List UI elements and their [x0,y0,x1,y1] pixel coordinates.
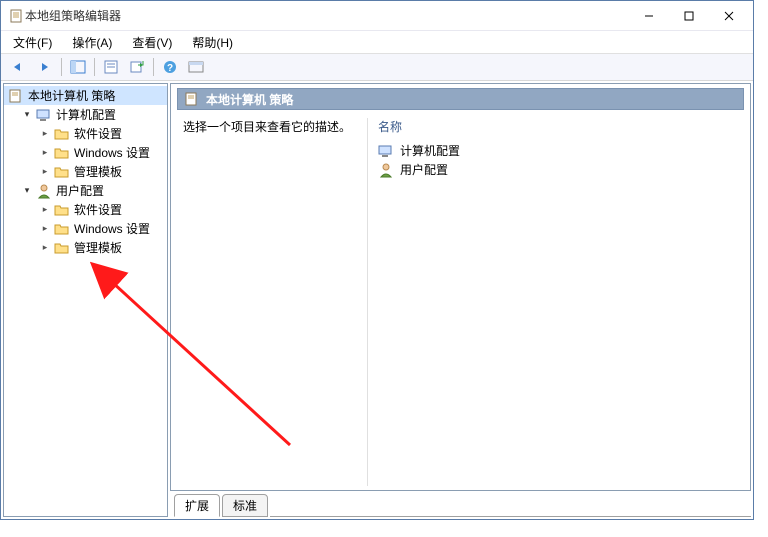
expand-icon[interactable] [40,223,50,234]
tree-item-label: 软件设置 [74,201,122,218]
tree-comp-admin[interactable]: 管理模板 [4,162,167,181]
menubar: 文件(F) 操作(A) 查看(V) 帮助(H) [1,31,753,53]
content-pane: 本地计算机 策略 选择一个项目来查看它的描述。 名称 计算机配置 [170,83,751,517]
user-icon [378,162,394,178]
content-frame: 本地计算机 策略 选择一个项目来查看它的描述。 名称 计算机配置 [170,83,751,491]
expand-icon[interactable] [40,147,50,158]
tree-user-software[interactable]: 软件设置 [4,200,167,219]
folder-icon [54,240,70,256]
maximize-button[interactable] [669,2,709,30]
help-button[interactable]: ? [158,56,182,78]
policy-icon [8,88,24,104]
folder-icon [54,221,70,237]
tree-item-label: 计算机配置 [56,106,116,123]
menu-file[interactable]: 文件(F) [9,32,56,53]
show-tree-button[interactable] [66,56,90,78]
computer-icon [378,143,394,159]
expand-icon[interactable] [22,109,32,120]
tab-standard[interactable]: 标准 [222,494,268,517]
name-column-header[interactable]: 名称 [378,118,734,135]
menu-view[interactable]: 查看(V) [128,32,176,53]
minimize-button[interactable] [629,2,669,30]
folder-icon [54,145,70,161]
svg-text:?: ? [167,63,173,74]
menu-action[interactable]: 操作(A) [68,32,116,53]
list-item-computer[interactable]: 计算机配置 [378,141,734,160]
content-header-label: 本地计算机 策略 [206,91,293,108]
workarea: 本地计算机 策略 计算机配置 软件设置 Windows 设置 管理模板 [1,81,753,519]
properties-button[interactable] [99,56,123,78]
tree-item-label: 用户配置 [56,182,104,199]
toolbar-separator [94,58,95,76]
list-column: 名称 计算机配置 用户配置 [367,118,744,486]
list-item-label: 用户配置 [400,161,448,178]
list-item-user[interactable]: 用户配置 [378,160,734,179]
expand-icon[interactable] [40,204,50,215]
tabs-baseline [270,516,751,517]
menu-help[interactable]: 帮助(H) [188,32,237,53]
tree-item-label: Windows 设置 [74,144,150,161]
folder-icon [54,126,70,142]
toolbar: ? [1,53,753,81]
close-button[interactable] [709,2,749,30]
tree-user-admin[interactable]: 管理模板 [4,238,167,257]
tab-extended[interactable]: 扩展 [174,494,220,517]
tree-item-label: 软件设置 [74,125,122,142]
window-title: 本地组策略编辑器 [25,7,629,24]
folder-icon [54,202,70,218]
tree-pane[interactable]: 本地计算机 策略 计算机配置 软件设置 Windows 设置 管理模板 [3,83,168,517]
tree-user-config[interactable]: 用户配置 [4,181,167,200]
policy-icon [184,91,200,107]
tree-computer-config[interactable]: 计算机配置 [4,105,167,124]
description-text: 选择一个项目来查看它的描述。 [183,120,351,134]
filter-button[interactable] [184,56,208,78]
gpedit-window: 本地组策略编辑器 文件(F) 操作(A) 查看(V) 帮助(H) ? 本地计算机… [0,0,754,520]
expand-icon[interactable] [40,242,50,253]
forward-button[interactable] [33,56,57,78]
tree-user-windows[interactable]: Windows 设置 [4,219,167,238]
tabs: 扩展 标准 [170,493,751,517]
user-icon [36,183,52,199]
tree-root-label: 本地计算机 策略 [28,87,115,104]
toolbar-separator [153,58,154,76]
tree-item-label: 管理模板 [74,239,122,256]
expand-icon[interactable] [22,185,32,196]
folder-icon [54,164,70,180]
list-item-label: 计算机配置 [400,142,460,159]
app-icon [9,8,25,24]
back-button[interactable] [7,56,31,78]
tree-root[interactable]: 本地计算机 策略 [4,86,167,105]
tree-comp-software[interactable]: 软件设置 [4,124,167,143]
computer-icon [36,107,52,123]
toolbar-separator [61,58,62,76]
export-button[interactable] [125,56,149,78]
content-body: 选择一个项目来查看它的描述。 名称 计算机配置 用户配置 [177,110,744,486]
tree-comp-windows[interactable]: Windows 设置 [4,143,167,162]
tree-item-label: 管理模板 [74,163,122,180]
description-column: 选择一个项目来查看它的描述。 [177,118,367,486]
content-header: 本地计算机 策略 [177,88,744,110]
tree-item-label: Windows 设置 [74,220,150,237]
expand-icon[interactable] [40,128,50,139]
expand-icon[interactable] [40,166,50,177]
titlebar: 本地组策略编辑器 [1,1,753,31]
